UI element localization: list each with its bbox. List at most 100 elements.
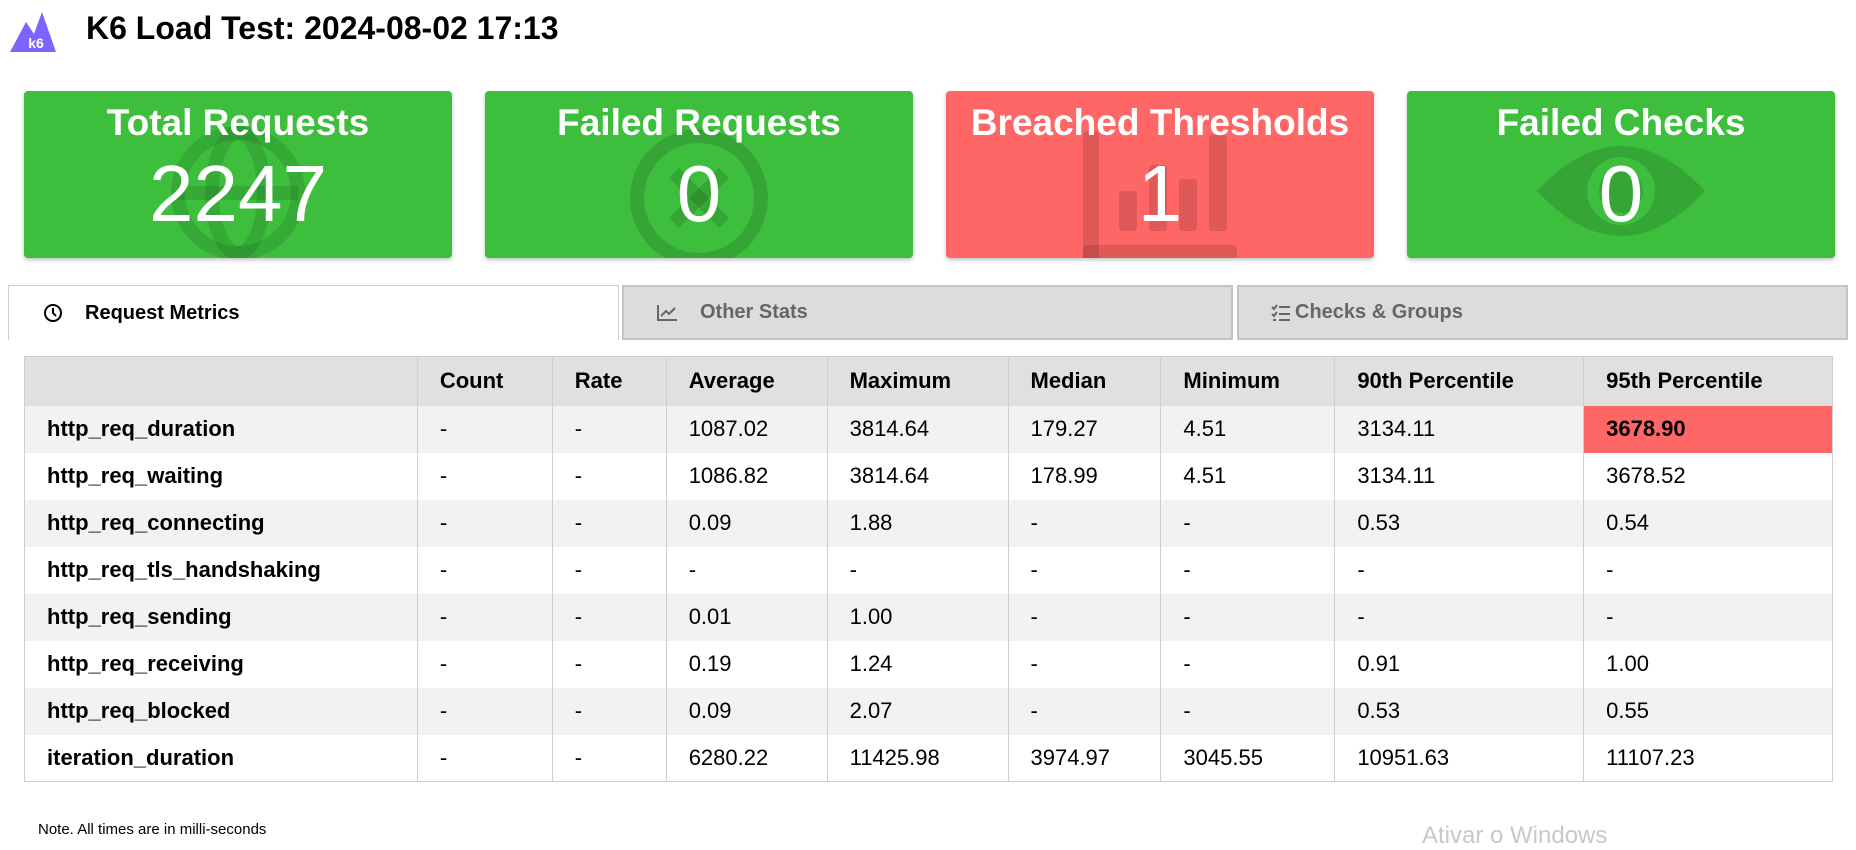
- table-cell: 1086.82: [665, 452, 828, 500]
- table-row: http_req_receiving - - 0.19 1.24 - - 0.9…: [24, 640, 1833, 688]
- table-row: http_req_duration - - 1087.02 3814.64 17…: [24, 405, 1833, 453]
- table-cell: -: [826, 546, 1008, 594]
- page-title: K6 Load Test: 2024-08-02 17:13: [86, 10, 559, 46]
- tab-request-metrics[interactable]: Request Metrics: [8, 285, 619, 340]
- table-cell: 178.99: [1007, 452, 1161, 500]
- card-value: 0: [1598, 149, 1644, 238]
- table-cell: 1.00: [826, 593, 1008, 641]
- card-failed-checks: Failed Checks 0: [1407, 91, 1835, 258]
- card-breached-thresholds: Breached Thresholds 1: [946, 91, 1374, 258]
- table-row: iteration_duration - - 6280.22 11425.98 …: [24, 734, 1833, 782]
- table-cell: -: [1583, 593, 1833, 641]
- table-cell: 11425.98: [826, 734, 1008, 782]
- card-total-requests: Total Requests 2247: [24, 91, 452, 258]
- tab-checks-groups[interactable]: Checks & Groups: [1237, 285, 1848, 340]
- table-cell: -: [551, 499, 667, 547]
- table-header-row: Count Rate Average Maximum Median Minimu…: [24, 356, 1833, 406]
- table-cell: 3045.55: [1160, 734, 1335, 782]
- footnote: Note. All times are in milli-seconds: [38, 821, 267, 838]
- table-cell: -: [1007, 593, 1161, 641]
- table-cell: -: [416, 640, 553, 688]
- table-cell: 0.09: [665, 499, 828, 547]
- table-cell: 3814.64: [826, 452, 1008, 500]
- table-cell: 4.51: [1160, 405, 1335, 453]
- table-cell: 6280.22: [665, 734, 828, 782]
- table-cell: 1.24: [826, 640, 1008, 688]
- tab-label: Request Metrics: [85, 301, 240, 324]
- table-cell: -: [551, 546, 667, 594]
- metric-name-cell: http_req_tls_handshaking: [24, 546, 418, 594]
- metric-name-cell: http_req_receiving: [24, 640, 418, 688]
- table-row: http_req_tls_handshaking - - - - - - - -: [24, 546, 1833, 594]
- table-cell: 2.07: [826, 687, 1008, 735]
- card-value: 0: [676, 149, 722, 238]
- table-cell: 11107.23: [1583, 734, 1833, 782]
- metrics-table-container: Count Rate Average Maximum Median Minimu…: [24, 356, 1833, 782]
- card-failed-requests: Failed Requests 0: [485, 91, 913, 258]
- card-title: Failed Checks: [1496, 102, 1746, 143]
- table-cell: -: [1583, 546, 1833, 594]
- table-cell: -: [551, 452, 667, 500]
- table-cell: 3134.11: [1334, 405, 1584, 453]
- metric-name-cell: iteration_duration: [24, 734, 418, 782]
- metric-name-cell: http_req_duration: [24, 405, 418, 453]
- table-cell: 3134.11: [1334, 452, 1584, 500]
- metric-name-cell: http_req_waiting: [24, 452, 418, 500]
- table-cell: 0.09: [665, 687, 828, 735]
- column-header: Average: [665, 356, 828, 406]
- table-cell: -: [1007, 499, 1161, 547]
- card-title: Breached Thresholds: [970, 102, 1350, 143]
- table-row: http_req_waiting - - 1086.82 3814.64 178…: [24, 452, 1833, 500]
- table-row: http_req_sending - - 0.01 1.00 - - - -: [24, 593, 1833, 641]
- clock-icon: [44, 304, 62, 322]
- table-cell: -: [1160, 546, 1335, 594]
- table-cell: -: [416, 734, 553, 782]
- table-cell: -: [1160, 640, 1335, 688]
- table-cell: 0.53: [1334, 687, 1584, 735]
- column-header: Maximum: [826, 356, 1008, 406]
- table-cell: -: [1334, 593, 1584, 641]
- svg-text:k6: k6: [28, 35, 44, 51]
- table-cell: 3814.64: [826, 405, 1008, 453]
- column-header: [24, 356, 418, 406]
- table-cell: 1087.02: [665, 405, 828, 453]
- table-cell: 0.54: [1583, 499, 1833, 547]
- checklist-icon: [1271, 303, 1290, 321]
- card-value: 2247: [149, 149, 327, 238]
- table-cell: 1.00: [1583, 640, 1833, 688]
- table-cell: 0.19: [665, 640, 828, 688]
- table-cell: -: [551, 640, 667, 688]
- table-cell: 0.53: [1334, 499, 1584, 547]
- table-cell: 3974.97: [1007, 734, 1161, 782]
- table-cell: 0.55: [1583, 687, 1833, 735]
- table-cell: -: [551, 734, 667, 782]
- table-cell: 179.27: [1007, 405, 1161, 453]
- table-cell: 0.91: [1334, 640, 1584, 688]
- page-header: k6 K6 Load Test: 2024-08-02 17:13: [0, 0, 1856, 60]
- table-cell: -: [416, 593, 553, 641]
- table-cell: -: [665, 546, 828, 594]
- column-header: Minimum: [1160, 356, 1335, 406]
- k6-logo: k6: [10, 12, 56, 52]
- column-header: Count: [416, 356, 553, 406]
- table-row: http_req_connecting - - 0.09 1.88 - - 0.…: [24, 499, 1833, 547]
- tab-other-stats[interactable]: Other Stats: [622, 285, 1233, 340]
- card-value: 1: [1137, 149, 1183, 238]
- column-header: Rate: [551, 356, 667, 406]
- metric-name-cell: http_req_sending: [24, 593, 418, 641]
- tab-label: Checks & Groups: [1295, 301, 1463, 323]
- column-header: 95th Percentile: [1583, 356, 1833, 406]
- breached-threshold-cell: 3678.90: [1583, 405, 1833, 453]
- table-cell: 3678.52: [1583, 452, 1833, 500]
- table-cell: 0.01: [665, 593, 828, 641]
- table-cell: -: [416, 687, 553, 735]
- card-title: Total Requests: [106, 102, 370, 143]
- table-cell: -: [416, 405, 553, 453]
- table-cell: -: [416, 546, 553, 594]
- table-cell: -: [551, 593, 667, 641]
- column-header: 90th Percentile: [1334, 356, 1584, 406]
- table-row: http_req_blocked - - 0.09 2.07 - - 0.53 …: [24, 687, 1833, 735]
- tab-label: Other Stats: [700, 301, 808, 323]
- metric-name-cell: http_req_blocked: [24, 687, 418, 735]
- windows-activation-watermark: Ativar o Windows: [1422, 822, 1608, 849]
